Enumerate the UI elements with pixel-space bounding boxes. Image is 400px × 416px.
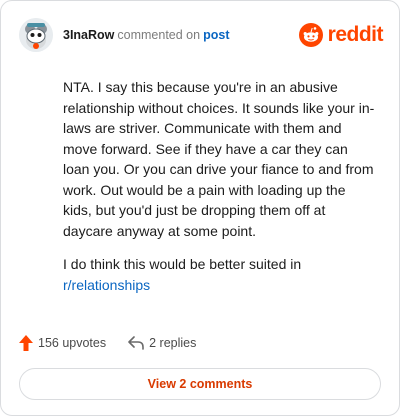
comment-card: 3InaRow commented on post reddit NTA. I sa…	[0, 0, 400, 416]
reddit-brand[interactable]: reddit	[298, 23, 384, 47]
snoo-avatar-icon	[19, 18, 53, 52]
reply-arrow-icon	[128, 336, 144, 350]
upvote-count: 156 upvotes	[38, 336, 107, 350]
view-comments-button[interactable]: View 2 comments	[19, 368, 381, 400]
comment-paragraph: I do think this would be better suited i…	[63, 254, 377, 295]
reply-count: 2 replies	[149, 336, 197, 350]
post-link[interactable]: post	[203, 28, 229, 42]
upvote-arrow-icon	[19, 335, 33, 351]
comment-header: 3InaRow commented on post reddit	[19, 17, 384, 53]
reddit-logo-icon	[298, 23, 323, 47]
comment-meta: 3InaRow commented on post	[63, 28, 229, 42]
comment-verb: commented on	[117, 28, 201, 42]
reddit-wordmark: reddit	[327, 23, 384, 46]
upvote-button[interactable]: 156 upvotes	[19, 335, 106, 351]
comment-text: I do think this would be better suited i…	[63, 256, 302, 272]
username[interactable]: 3InaRow	[63, 28, 114, 42]
comment-actions: 156 upvotes 2 replies	[19, 332, 196, 354]
user-avatar[interactable]	[19, 18, 53, 52]
subreddit-link[interactable]: r/relationships	[63, 277, 150, 293]
replies-button[interactable]: 2 replies	[128, 336, 196, 350]
comment-paragraph: NTA. I say this because you're in an abu…	[63, 79, 375, 239]
comment-body: NTA. I say this because you're in an abu…	[63, 77, 377, 308]
